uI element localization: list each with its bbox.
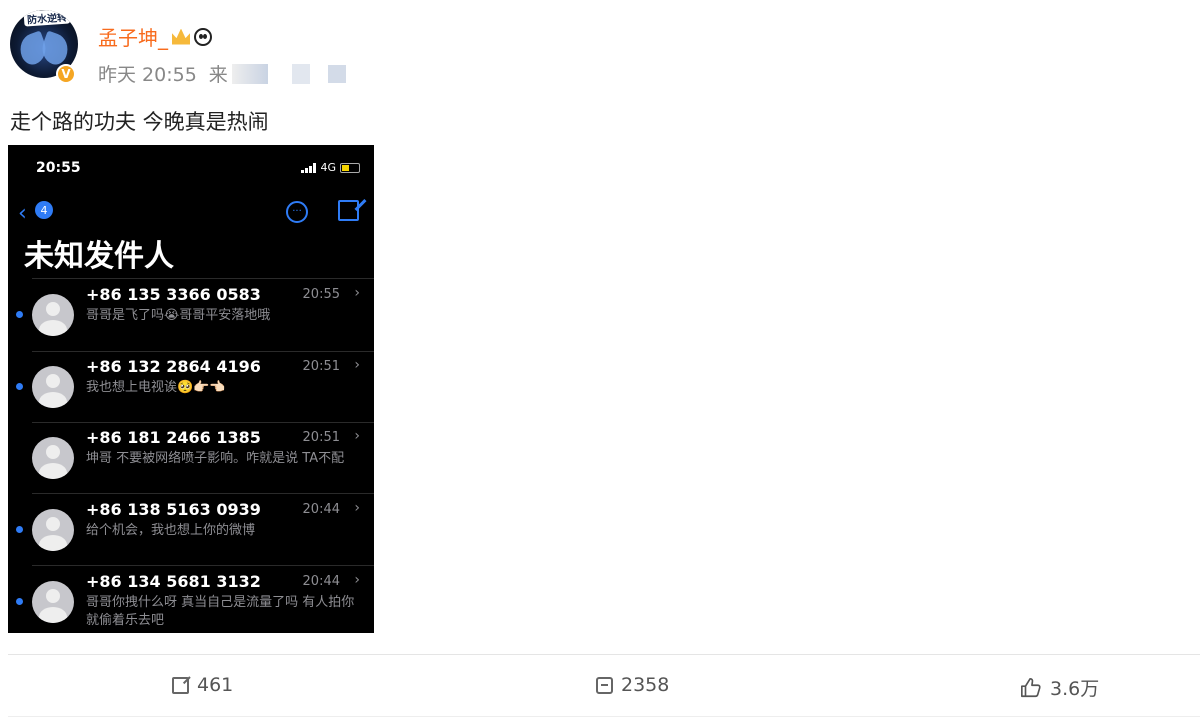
post-text: 走个路的功夫 今晚真是热闹 xyxy=(10,110,269,134)
message-preview: 哥哥你拽什么呀 真当自己是流量了吗 有人拍你就偷着乐去吧 xyxy=(86,595,355,628)
source-prefix: 来 xyxy=(208,64,228,86)
message-row: +86 132 2864 4196 20:51 › 我也想上电视诶🥺👉🏻👈🏻 xyxy=(8,351,374,423)
status-time: 20:55 xyxy=(36,160,81,176)
like-count: 3.6万 xyxy=(1050,678,1100,700)
contact-avatar-icon xyxy=(32,294,74,336)
chevron-right-icon: › xyxy=(354,357,360,373)
avatar-sticker: 防水逆转 xyxy=(23,10,71,27)
username-text: 孟子坤_ xyxy=(98,26,168,50)
blurred-source xyxy=(291,63,310,84)
contact-avatar-icon xyxy=(32,366,74,408)
post-meta: 昨天 20:55 来 xyxy=(98,60,346,87)
message-row: +86 135 3366 0583 20:55 › 哥哥是飞了吗😭哥哥平安落地哦 xyxy=(8,279,374,351)
more-icon: ··· xyxy=(286,201,308,223)
blurred-source xyxy=(231,63,268,84)
message-time: 20:51 xyxy=(302,359,340,374)
message-time: 20:44 xyxy=(302,502,340,517)
message-time: 20:51 xyxy=(302,430,340,445)
username-link[interactable]: 孟子坤_ xyxy=(98,22,212,51)
chevron-right-icon: › xyxy=(354,572,360,588)
like-button[interactable]: 3.6万 xyxy=(1020,674,1099,701)
sender-number: +86 181 2466 1385 xyxy=(86,428,261,447)
message-row: +86 181 2466 1385 20:51 › 坤哥 不要被网络喷子影响。咋… xyxy=(8,422,374,494)
comment-button[interactable]: 2358 xyxy=(596,674,669,696)
comment-count: 2358 xyxy=(621,674,670,696)
message-time: 20:44 xyxy=(302,574,340,589)
contact-avatar-icon xyxy=(32,581,74,623)
status-bar-right: 4G xyxy=(301,161,360,174)
post-time[interactable]: 昨天 20:55 xyxy=(98,60,197,87)
comment-icon xyxy=(596,676,613,694)
divider xyxy=(8,716,1200,717)
sender-number: +86 132 2864 4196 xyxy=(86,357,261,376)
chevron-left-icon: ‹ xyxy=(18,201,27,226)
repost-button[interactable]: 461 xyxy=(172,674,233,696)
battery-icon xyxy=(340,162,360,173)
contact-avatar-icon xyxy=(32,509,74,551)
chevron-right-icon: › xyxy=(354,428,360,444)
panda-icon xyxy=(194,27,212,46)
sender-number: +86 138 5163 0939 xyxy=(86,500,261,519)
network-label: 4G xyxy=(320,161,336,174)
unread-dot xyxy=(16,383,23,390)
blurred-source xyxy=(327,64,346,83)
sender-number: +86 134 5681 3132 xyxy=(86,572,261,591)
repost-icon xyxy=(172,675,191,694)
unread-dot xyxy=(16,311,23,318)
message-row: +86 138 5163 0939 20:44 › 给个机会，我也想上你的微博 xyxy=(8,494,374,566)
divider xyxy=(8,654,1200,655)
wing-graphic xyxy=(37,30,73,68)
compose-icon xyxy=(338,200,359,221)
message-preview: 给个机会，我也想上你的微博 xyxy=(86,523,256,538)
repost-count: 461 xyxy=(197,674,234,696)
verified-badge-icon: V xyxy=(56,64,76,84)
chevron-right-icon: › xyxy=(354,500,360,516)
post-image[interactable]: 20:55 4G ‹ 4 ··· 未知发件人 +86 135 3366 0583… xyxy=(8,145,374,633)
back-count-badge: 4 xyxy=(35,201,53,219)
like-icon xyxy=(1021,677,1041,697)
message-preview: 坤哥 不要被网络喷子影响。咋就是说 TA不配 xyxy=(86,451,345,466)
contact-avatar-icon xyxy=(32,437,74,479)
chevron-right-icon: › xyxy=(354,285,360,301)
crown-icon xyxy=(172,28,190,45)
message-time: 20:55 xyxy=(302,287,340,302)
sender-number: +86 135 3366 0583 xyxy=(86,285,261,304)
signal-icon xyxy=(301,162,317,173)
screen-title: 未知发件人 xyxy=(24,239,174,274)
message-preview: 我也想上电视诶🥺👉🏻👈🏻 xyxy=(86,380,226,395)
message-row: +86 134 5681 3132 20:44 › 哥哥你拽什么呀 真当自己是流… xyxy=(8,566,374,633)
unread-dot xyxy=(16,526,23,533)
message-preview: 哥哥是飞了吗😭哥哥平安落地哦 xyxy=(86,308,271,323)
unread-dot xyxy=(16,598,23,605)
